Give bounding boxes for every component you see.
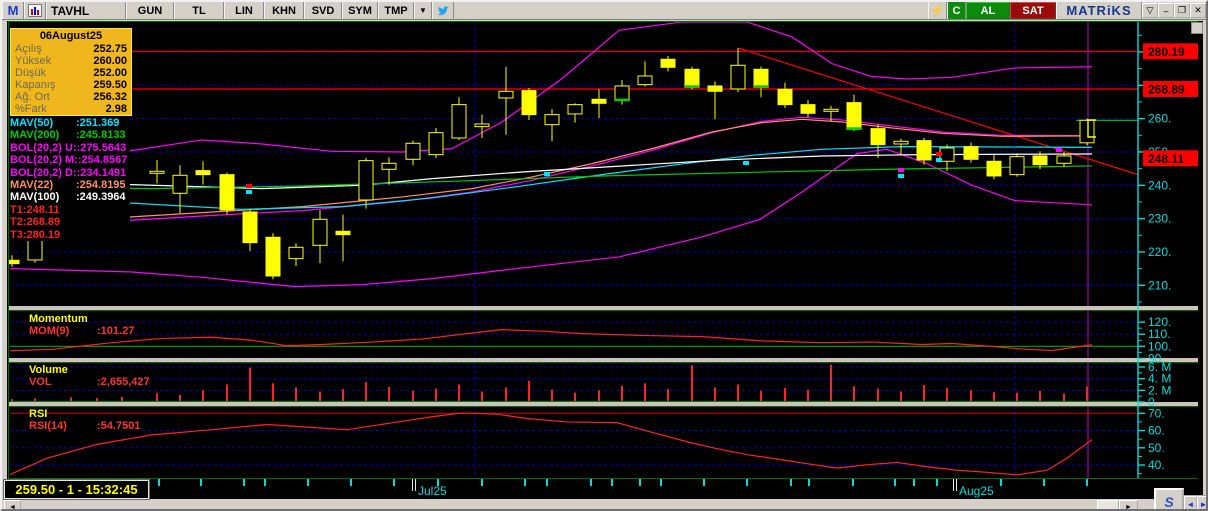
volume-value-row: VOL:2,655,427 [29,376,150,388]
symbol-field[interactable]: TAVHL [46,2,126,19]
refresh-icon[interactable]: C [947,2,966,19]
open-value: 252.75 [93,43,127,55]
volume-title: Volume [29,364,68,376]
rsi-title: RSI [29,408,48,420]
chart-type-icon[interactable] [24,2,46,19]
legend-mav50: MAV(50):251.369 [10,117,131,130]
legend-bol-d: BOL(20,2) D::234.1491 [10,166,131,180]
legend-mav200: MAV(200):245.8133 [10,129,131,142]
svg-text:220.: 220. [1148,245,1171,259]
window-menu-button[interactable]: M [2,2,24,19]
bar-next-button[interactable]: ► [1197,496,1206,509]
svg-text:240.: 240. [1148,178,1171,192]
legend-mav100: MAV(100):249.3964 [10,191,131,204]
indicator-legend: MAV(50):251.369 MAV(200):245.8133 BOL(20… [10,117,131,242]
currency-button-tl[interactable]: TL [174,2,224,19]
svg-text:70.: 70. [1148,406,1165,420]
change-value: 2.98 [105,103,127,115]
high-value: 260.00 [93,55,127,67]
bar-nav-box: ◄ ► [1183,495,1206,509]
window-shade-button[interactable]: ▽ [1142,3,1158,18]
status-box: 259.50 - 1 - 15:32:45 [3,479,150,500]
button-khn[interactable]: KHN [264,2,304,19]
close-value: 259.50 [93,79,127,91]
matriks-logo: MATRiKS [1056,2,1142,19]
svg-text:40.: 40. [1148,458,1165,472]
toolbar-spacer [454,2,928,19]
scrollbar-thumb[interactable] [1097,500,1119,509]
window-close-button[interactable]: ✕ [1190,3,1206,18]
svg-text:280.19: 280.19 [1148,45,1185,59]
bar-prev-button[interactable]: ◄ [1184,496,1197,509]
svg-text:268.89: 268.89 [1148,82,1185,96]
legend-bol-u: BOL(20,2) U::275.5643 [10,141,131,155]
buy-button[interactable]: AL [966,2,1010,19]
momentum-value-row: MOM(9):101.27 [29,325,135,337]
twitter-icon[interactable] [432,2,454,19]
toolbar-dropdown-icon[interactable]: ▼ [414,2,432,19]
change-label: %Fark [15,103,47,115]
button-tmp[interactable]: TMP [378,2,414,19]
svg-text:248.11: 248.11 [1148,152,1184,166]
scale-button-lin[interactable]: LIN [224,2,264,19]
quote-date: 06August25 [39,30,103,42]
price-chart-canvas[interactable]: 280.270.260.250.240.230.220.210.120.110.… [8,21,1198,499]
matriks-s-logo-button[interactable]: S [1154,488,1184,509]
scroll-right-button[interactable]: ► [1119,500,1138,509]
matriks-chart-window: M TAVHL GUN TL LIN KHN SVD SYM TMP ▼ ⚡ C… [0,0,1208,511]
legend-bol-m: BOL(20,2) M::254.8567 [10,154,131,167]
svg-text:60.: 60. [1148,424,1165,438]
open-label: Açılış [15,43,42,55]
scroll-left-button[interactable]: ◄ [4,500,21,509]
svg-text:260.: 260. [1148,112,1171,126]
legend-t2: T2:268.89 [10,216,131,229]
sell-button[interactable]: SAT [1010,2,1056,19]
quote-info-box: 06August25 Açılış 252.75 Yüksek 260.00 Düş… [10,28,132,116]
button-svd[interactable]: SVD [304,2,342,19]
lightning-icon[interactable]: ⚡ [928,2,947,19]
high-label: Yüksek [15,55,52,67]
button-sym[interactable]: SYM [342,2,378,19]
low-label: Düşük [15,67,47,79]
window-minimize-button[interactable]: – [1158,3,1174,18]
svg-text:210.: 210. [1148,278,1171,292]
rsi-value-row: RSI(14):54.7501 [29,420,141,432]
momentum-title: Momentum [29,313,88,325]
low-value: 252.00 [93,67,127,79]
svg-text:Jul25: Jul25 [418,484,447,498]
toolbar: M TAVHL GUN TL LIN KHN SVD SYM TMP ▼ ⚡ C… [2,2,1206,20]
legend-t1: T1:248.11 [10,203,131,217]
legend-t3: T3:280.19 [10,228,131,242]
period-button-gun[interactable]: GUN [126,2,174,19]
close-label: Kapanış [15,79,56,91]
window-maximize-button[interactable]: ❐ [1174,3,1190,18]
legend-mav22: MAV(22):254.8195 [10,179,131,192]
wavg-label: Ağ. Ort [15,91,50,103]
horizontal-scrollbar[interactable]: ◄ ► S ◄ ► [2,488,1206,509]
svg-text:230.: 230. [1148,212,1171,226]
svg-text:Aug25: Aug25 [959,484,994,498]
svg-text:50.: 50. [1148,441,1165,455]
chart-area[interactable]: 280.270.260.250.240.230.220.210.120.110.… [7,21,1203,499]
wavg-value: 256.32 [93,91,127,103]
axis-resize-box[interactable] [1191,22,1203,34]
